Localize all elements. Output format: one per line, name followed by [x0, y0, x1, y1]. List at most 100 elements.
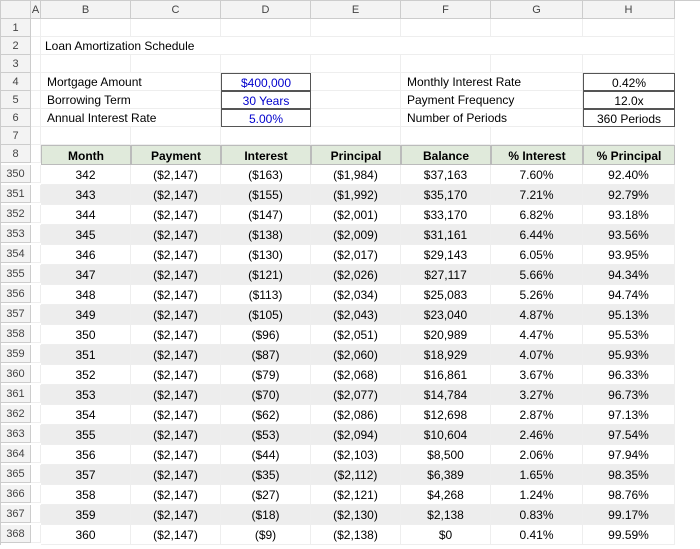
- row-header-352[interactable]: 352: [1, 205, 31, 223]
- data-cell[interactable]: $8,500: [401, 445, 491, 465]
- row-header-356[interactable]: 356: [1, 285, 31, 303]
- data-cell[interactable]: $6,389: [401, 465, 491, 485]
- data-cell[interactable]: ($44): [221, 445, 311, 465]
- data-cell[interactable]: $2,138: [401, 505, 491, 525]
- data-cell[interactable]: 96.33%: [583, 365, 675, 385]
- data-cell[interactable]: ($27): [221, 485, 311, 505]
- data-cell[interactable]: 347: [41, 265, 131, 285]
- data-cell[interactable]: ($2,147): [131, 365, 221, 385]
- table-header[interactable]: % Interest: [491, 145, 583, 165]
- data-cell[interactable]: $31,161: [401, 225, 491, 245]
- data-cell[interactable]: ($155): [221, 185, 311, 205]
- table-header[interactable]: % Principal: [583, 145, 675, 165]
- data-cell[interactable]: 99.59%: [583, 525, 675, 545]
- data-cell[interactable]: 4.47%: [491, 325, 583, 345]
- empty-cell[interactable]: [401, 55, 491, 73]
- data-cell[interactable]: ($2,138): [311, 525, 401, 545]
- data-cell[interactable]: ($2,094): [311, 425, 401, 445]
- data-cell[interactable]: $25,083: [401, 285, 491, 305]
- param-label-right[interactable]: Payment Frequency: [401, 91, 583, 109]
- empty-cell[interactable]: [221, 19, 311, 37]
- data-cell[interactable]: 3.67%: [491, 365, 583, 385]
- empty-cell[interactable]: [31, 205, 41, 223]
- data-cell[interactable]: ($121): [221, 265, 311, 285]
- empty-cell[interactable]: [583, 127, 675, 145]
- data-cell[interactable]: $37,163: [401, 165, 491, 185]
- data-cell[interactable]: $12,698: [401, 405, 491, 425]
- data-cell[interactable]: ($2,077): [311, 385, 401, 405]
- data-cell[interactable]: ($18): [221, 505, 311, 525]
- col-header-G[interactable]: G: [491, 1, 583, 19]
- data-cell[interactable]: ($147): [221, 205, 311, 225]
- empty-cell[interactable]: [491, 127, 583, 145]
- row-header-355[interactable]: 355: [1, 265, 31, 283]
- empty-cell[interactable]: [311, 109, 401, 127]
- empty-cell[interactable]: [311, 127, 401, 145]
- data-cell[interactable]: ($2,068): [311, 365, 401, 385]
- data-cell[interactable]: 343: [41, 185, 131, 205]
- data-cell[interactable]: 92.40%: [583, 165, 675, 185]
- data-cell[interactable]: ($96): [221, 325, 311, 345]
- row-header-361[interactable]: 361: [1, 385, 31, 403]
- row-header-354[interactable]: 354: [1, 245, 31, 263]
- empty-cell[interactable]: [31, 265, 41, 283]
- data-cell[interactable]: 95.53%: [583, 325, 675, 345]
- empty-cell[interactable]: [31, 127, 41, 145]
- data-cell[interactable]: 6.05%: [491, 245, 583, 265]
- table-header[interactable]: Balance: [401, 145, 491, 165]
- data-cell[interactable]: 93.18%: [583, 205, 675, 225]
- data-cell[interactable]: $23,040: [401, 305, 491, 325]
- row-header-365[interactable]: 365: [1, 465, 31, 483]
- data-cell[interactable]: $29,143: [401, 245, 491, 265]
- row-header-4[interactable]: 4: [1, 73, 31, 91]
- col-header-H[interactable]: H: [583, 1, 675, 19]
- row-header-350[interactable]: 350: [1, 165, 31, 183]
- col-header-E[interactable]: E: [311, 1, 401, 19]
- empty-cell[interactable]: [131, 19, 221, 37]
- empty-cell[interactable]: [31, 465, 41, 483]
- data-cell[interactable]: $14,784: [401, 385, 491, 405]
- data-cell[interactable]: ($2,147): [131, 245, 221, 265]
- empty-cell[interactable]: [31, 245, 41, 263]
- empty-cell[interactable]: [491, 55, 583, 73]
- data-cell[interactable]: ($2,147): [131, 445, 221, 465]
- data-cell[interactable]: $16,861: [401, 365, 491, 385]
- table-header[interactable]: Interest: [221, 145, 311, 165]
- data-cell[interactable]: 354: [41, 405, 131, 425]
- empty-cell[interactable]: [41, 127, 131, 145]
- param-label-left[interactable]: Mortgage Amount: [41, 73, 221, 91]
- empty-cell[interactable]: [31, 91, 41, 109]
- empty-cell[interactable]: [31, 365, 41, 383]
- data-cell[interactable]: ($53): [221, 425, 311, 445]
- data-cell[interactable]: 358: [41, 485, 131, 505]
- data-cell[interactable]: 3.27%: [491, 385, 583, 405]
- data-cell[interactable]: ($130): [221, 245, 311, 265]
- data-cell[interactable]: 359: [41, 505, 131, 525]
- data-cell[interactable]: 348: [41, 285, 131, 305]
- empty-cell[interactable]: [221, 55, 311, 73]
- empty-cell[interactable]: [583, 19, 675, 37]
- data-cell[interactable]: 99.17%: [583, 505, 675, 525]
- empty-cell[interactable]: [131, 55, 221, 73]
- data-cell[interactable]: ($2,009): [311, 225, 401, 245]
- data-cell[interactable]: $35,170: [401, 185, 491, 205]
- data-cell[interactable]: ($2,147): [131, 285, 221, 305]
- row-header-8[interactable]: 8: [1, 145, 31, 163]
- data-cell[interactable]: $27,117: [401, 265, 491, 285]
- data-cell[interactable]: ($2,147): [131, 345, 221, 365]
- data-cell[interactable]: ($2,130): [311, 505, 401, 525]
- data-cell[interactable]: $4,268: [401, 485, 491, 505]
- data-cell[interactable]: ($138): [221, 225, 311, 245]
- row-header-362[interactable]: 362: [1, 405, 31, 423]
- data-cell[interactable]: ($2,147): [131, 525, 221, 545]
- data-cell[interactable]: 4.87%: [491, 305, 583, 325]
- data-cell[interactable]: 97.13%: [583, 405, 675, 425]
- empty-cell[interactable]: [31, 305, 41, 323]
- data-cell[interactable]: 344: [41, 205, 131, 225]
- row-header-5[interactable]: 5: [1, 91, 31, 109]
- data-cell[interactable]: ($2,060): [311, 345, 401, 365]
- data-cell[interactable]: 345: [41, 225, 131, 245]
- empty-cell[interactable]: [31, 285, 41, 303]
- row-header-351[interactable]: 351: [1, 185, 31, 203]
- empty-cell[interactable]: [311, 91, 401, 109]
